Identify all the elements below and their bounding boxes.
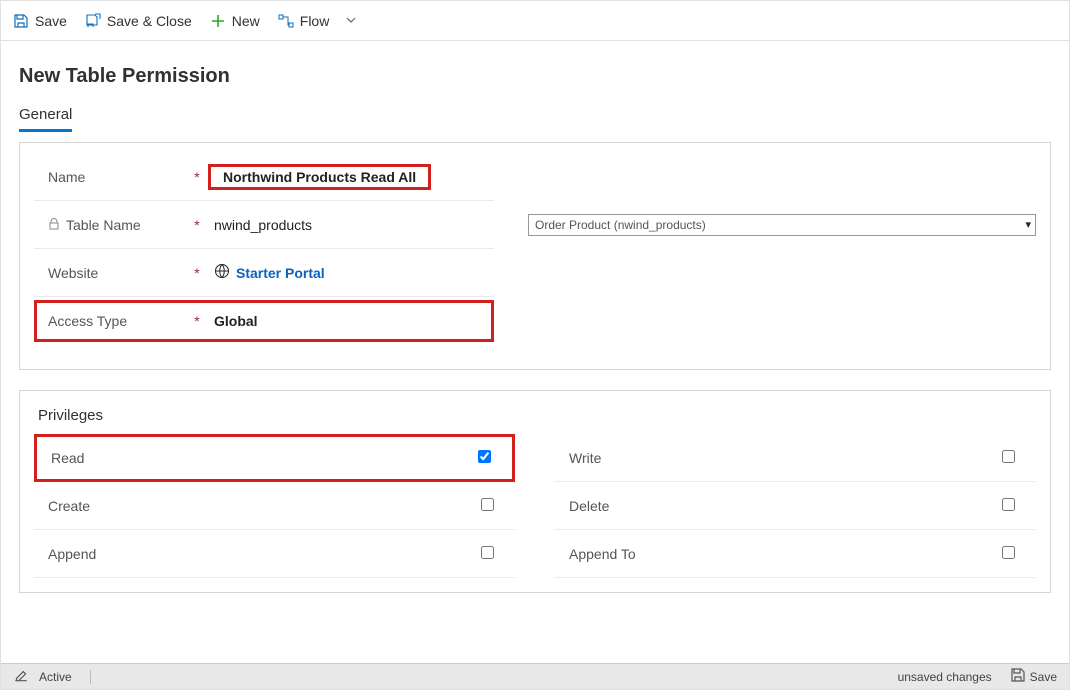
field-row-access-type: Access Type * Global [34, 297, 1036, 345]
lock-icon [48, 217, 60, 233]
required-marker: * [192, 217, 202, 233]
field-row-name: Name * Northwind Products Read All [34, 153, 1036, 201]
flow-button[interactable]: Flow [278, 13, 358, 29]
access-label: Access Type [34, 313, 192, 329]
name-label: Name [34, 169, 192, 185]
chevron-down-icon [345, 13, 357, 29]
save-close-button[interactable]: Save & Close [85, 13, 192, 29]
general-section: Name * Northwind Products Read All [19, 142, 1051, 370]
privilege-create: Create [34, 482, 515, 530]
tab-strip: General [19, 102, 1051, 132]
divider [90, 670, 91, 684]
footer-save-button[interactable]: Save [1010, 667, 1057, 686]
create-label: Create [48, 498, 481, 514]
highlight-name: Northwind Products Read All [208, 164, 431, 190]
delete-label: Delete [569, 498, 1002, 514]
privilege-write: Write [555, 434, 1036, 482]
required-marker: * [192, 169, 202, 185]
status-bar: Active unsaved changes Save [1, 663, 1069, 689]
field-row-website: Website * Starter Portal [34, 249, 1036, 297]
edit-icon[interactable] [13, 667, 29, 686]
append-label: Append [48, 546, 481, 562]
unsaved-changes-text: unsaved changes [898, 670, 992, 684]
save-close-icon [85, 13, 101, 29]
dropdown-selected: Order Product (nwind_products) [535, 218, 706, 232]
privilege-append: Append [34, 530, 515, 578]
save-close-label: Save & Close [107, 13, 192, 29]
append-checkbox[interactable] [481, 546, 494, 559]
form-scroll-area[interactable]: New Table Permission General Name * Nort… [1, 41, 1069, 663]
save-label: Save [35, 13, 67, 29]
required-marker: * [192, 313, 202, 329]
new-label: New [232, 13, 260, 29]
status-text: Active [39, 670, 72, 684]
delete-checkbox[interactable] [1002, 498, 1015, 511]
table-dropdown[interactable]: Order Product (nwind_products) [528, 214, 1036, 236]
save-button[interactable]: Save [13, 13, 67, 29]
footer-save-label: Save [1030, 670, 1057, 684]
save-icon [13, 13, 29, 29]
privilege-append-to: Append To [555, 530, 1036, 578]
privileges-section: Privileges Read Write Create Delete [19, 390, 1051, 593]
append-to-label: Append To [569, 546, 1002, 562]
privilege-read: Read [34, 434, 515, 482]
read-label: Read [51, 450, 478, 466]
field-row-table: Table Name * nwind_products Order Produc… [34, 201, 1036, 249]
write-checkbox[interactable] [1002, 450, 1015, 463]
plus-icon [210, 13, 226, 29]
tab-general[interactable]: General [19, 102, 72, 132]
app-window: Save Save & Close New Flow New Table Per [0, 0, 1070, 690]
website-link-text: Starter Portal [236, 265, 325, 281]
privilege-delete: Delete [555, 482, 1036, 530]
read-checkbox[interactable] [478, 450, 491, 463]
required-marker: * [192, 265, 202, 281]
website-value[interactable]: Starter Portal [208, 259, 331, 286]
access-value[interactable]: Global [208, 309, 264, 333]
new-button[interactable]: New [210, 13, 260, 29]
create-checkbox[interactable] [481, 498, 494, 511]
table-value[interactable]: nwind_products [208, 213, 318, 237]
flow-label: Flow [300, 13, 330, 29]
name-value[interactable]: Northwind Products Read All [217, 165, 422, 189]
globe-icon [214, 263, 230, 282]
website-label: Website [34, 265, 192, 281]
table-label-text: Table Name [66, 217, 141, 233]
append-to-checkbox[interactable] [1002, 546, 1015, 559]
flow-icon [278, 13, 294, 29]
privileges-title: Privileges [38, 407, 1036, 424]
write-label: Write [569, 450, 1002, 466]
page-title: New Table Permission [19, 65, 1051, 88]
table-label: Table Name [34, 217, 192, 233]
save-icon [1010, 667, 1026, 686]
command-bar: Save Save & Close New Flow [1, 1, 1069, 41]
